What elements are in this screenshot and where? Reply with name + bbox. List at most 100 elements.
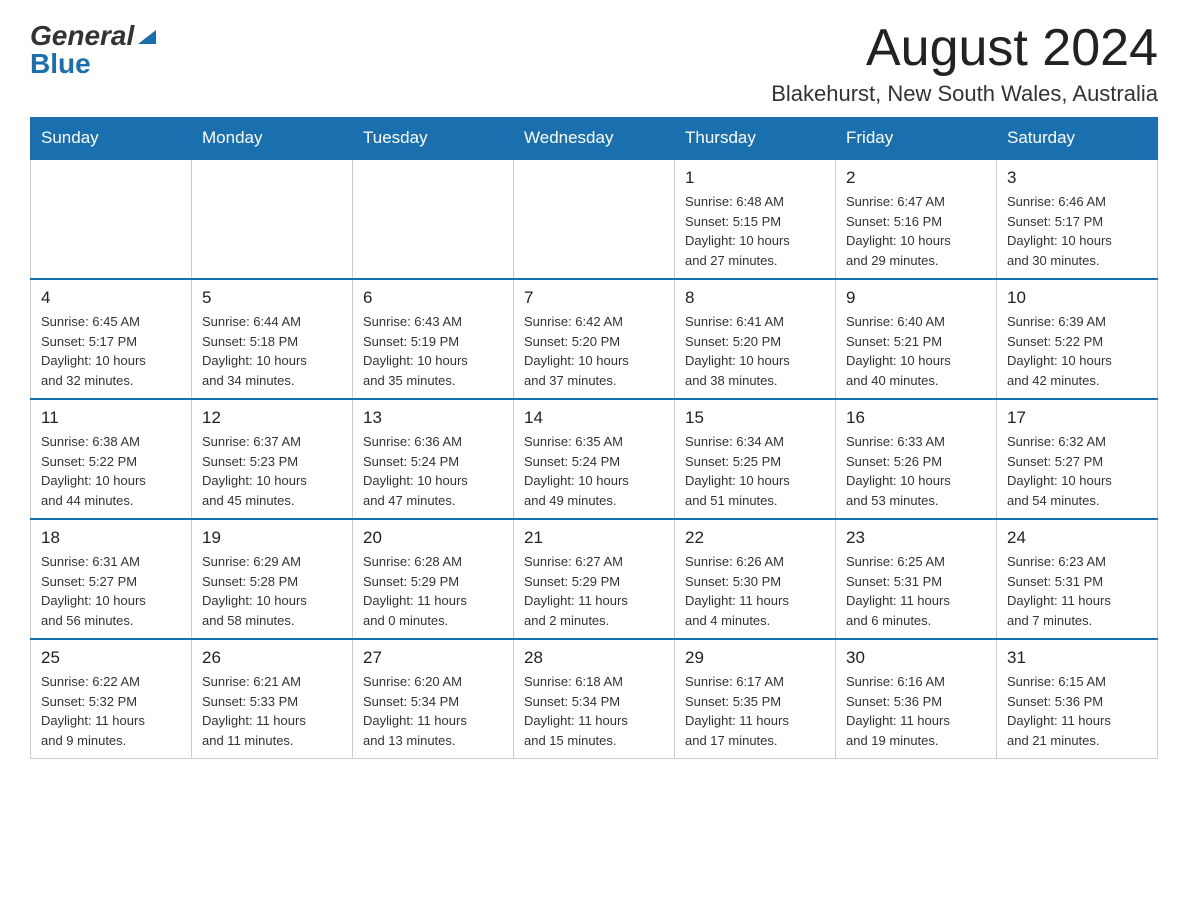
calendar-week-row: 1Sunrise: 6:48 AMSunset: 5:15 PMDaylight… xyxy=(31,159,1158,279)
day-number: 18 xyxy=(41,528,181,548)
calendar-day-cell: 11 Sunrise: 6:38 AMSunset: 5:22 PMDayligh… xyxy=(31,399,192,519)
calendar-day-cell: 26 Sunrise: 6:21 AMSunset: 5:33 PMDayligh… xyxy=(192,639,353,759)
day-info: Sunrise: 6:37 AMSunset: 5:23 PMDaylight:… xyxy=(202,432,342,510)
day-info: Sunrise: 6:18 AMSunset: 5:34 PMDaylight:… xyxy=(524,672,664,750)
day-number: 6 xyxy=(363,288,503,308)
day-number: 5 xyxy=(202,288,342,308)
calendar-day-cell: 1Sunrise: 6:48 AMSunset: 5:15 PMDaylight… xyxy=(675,159,836,279)
calendar-day-cell: 4Sunrise: 6:45 AMSunset: 5:17 PMDaylight… xyxy=(31,279,192,399)
calendar-day-cell: 6 Sunrise: 6:43 AMSunset: 5:19 PMDaylight… xyxy=(353,279,514,399)
weekday-header-monday: Monday xyxy=(192,118,353,160)
calendar-week-row: 18 Sunrise: 6:31 AMSunset: 5:27 PMDayligh… xyxy=(31,519,1158,639)
calendar-day-cell: 9 Sunrise: 6:40 AMSunset: 5:21 PMDaylight… xyxy=(836,279,997,399)
day-number: 28 xyxy=(524,648,664,668)
weekday-header-friday: Friday xyxy=(836,118,997,160)
day-number: 26 xyxy=(202,648,342,668)
day-number: 17 xyxy=(1007,408,1147,428)
day-info: Sunrise: 6:23 AMSunset: 5:31 PMDaylight:… xyxy=(1007,552,1147,630)
calendar-day-cell: 22 Sunrise: 6:26 AMSunset: 5:30 PMDayligh… xyxy=(675,519,836,639)
day-info: Sunrise: 6:22 AMSunset: 5:32 PMDaylight:… xyxy=(41,672,181,750)
day-number: 3 xyxy=(1007,168,1147,188)
weekday-header-saturday: Saturday xyxy=(997,118,1158,160)
calendar-day-cell: 21 Sunrise: 6:27 AMSunset: 5:29 PMDayligh… xyxy=(514,519,675,639)
calendar-week-row: 11 Sunrise: 6:38 AMSunset: 5:22 PMDayligh… xyxy=(31,399,1158,519)
day-info: Sunrise: 6:38 AMSunset: 5:22 PMDaylight:… xyxy=(41,432,181,510)
calendar-day-cell: 30 Sunrise: 6:16 AMSunset: 5:36 PMDayligh… xyxy=(836,639,997,759)
day-number: 16 xyxy=(846,408,986,428)
location-subtitle: Blakehurst, New South Wales, Australia xyxy=(771,81,1158,107)
logo-blue-text: Blue xyxy=(30,48,91,80)
calendar-day-cell: 10 Sunrise: 6:39 AMSunset: 5:22 PMDayligh… xyxy=(997,279,1158,399)
calendar-day-cell: 25Sunrise: 6:22 AMSunset: 5:32 PMDayligh… xyxy=(31,639,192,759)
logo: General Blue xyxy=(30,20,158,80)
calendar-day-cell xyxy=(514,159,675,279)
day-info: Sunrise: 6:44 AMSunset: 5:18 PMDaylight:… xyxy=(202,312,342,390)
day-number: 21 xyxy=(524,528,664,548)
day-number: 29 xyxy=(685,648,825,668)
calendar-day-cell: 8 Sunrise: 6:41 AMSunset: 5:20 PMDaylight… xyxy=(675,279,836,399)
day-info: Sunrise: 6:41 AMSunset: 5:20 PMDaylight:… xyxy=(685,312,825,390)
day-number: 23 xyxy=(846,528,986,548)
day-info: Sunrise: 6:27 AMSunset: 5:29 PMDaylight:… xyxy=(524,552,664,630)
calendar-week-row: 4Sunrise: 6:45 AMSunset: 5:17 PMDaylight… xyxy=(31,279,1158,399)
day-info: Sunrise: 6:42 AMSunset: 5:20 PMDaylight:… xyxy=(524,312,664,390)
day-info: Sunrise: 6:34 AMSunset: 5:25 PMDaylight:… xyxy=(685,432,825,510)
day-info: Sunrise: 6:25 AMSunset: 5:31 PMDaylight:… xyxy=(846,552,986,630)
day-info: Sunrise: 6:46 AMSunset: 5:17 PMDaylight:… xyxy=(1007,192,1147,270)
weekday-header-wednesday: Wednesday xyxy=(514,118,675,160)
day-info: Sunrise: 6:33 AMSunset: 5:26 PMDaylight:… xyxy=(846,432,986,510)
calendar-week-row: 25Sunrise: 6:22 AMSunset: 5:32 PMDayligh… xyxy=(31,639,1158,759)
day-number: 4 xyxy=(41,288,181,308)
day-number: 30 xyxy=(846,648,986,668)
calendar-day-cell: 29 Sunrise: 6:17 AMSunset: 5:35 PMDayligh… xyxy=(675,639,836,759)
day-number: 10 xyxy=(1007,288,1147,308)
day-number: 24 xyxy=(1007,528,1147,548)
day-number: 22 xyxy=(685,528,825,548)
weekday-header-thursday: Thursday xyxy=(675,118,836,160)
day-info: Sunrise: 6:21 AMSunset: 5:33 PMDaylight:… xyxy=(202,672,342,750)
day-info: Sunrise: 6:29 AMSunset: 5:28 PMDaylight:… xyxy=(202,552,342,630)
day-info: Sunrise: 6:17 AMSunset: 5:35 PMDaylight:… xyxy=(685,672,825,750)
page-header: General Blue August 2024 Blakehurst, New… xyxy=(30,20,1158,107)
calendar-day-cell xyxy=(192,159,353,279)
weekday-header-sunday: Sunday xyxy=(31,118,192,160)
calendar-day-cell: 15 Sunrise: 6:34 AMSunset: 5:25 PMDayligh… xyxy=(675,399,836,519)
day-number: 11 xyxy=(41,408,181,428)
calendar-day-cell: 20 Sunrise: 6:28 AMSunset: 5:29 PMDayligh… xyxy=(353,519,514,639)
day-info: Sunrise: 6:48 AMSunset: 5:15 PMDaylight:… xyxy=(685,192,825,270)
day-number: 12 xyxy=(202,408,342,428)
day-info: Sunrise: 6:39 AMSunset: 5:22 PMDaylight:… xyxy=(1007,312,1147,390)
calendar-day-cell xyxy=(31,159,192,279)
day-info: Sunrise: 6:16 AMSunset: 5:36 PMDaylight:… xyxy=(846,672,986,750)
day-info: Sunrise: 6:36 AMSunset: 5:24 PMDaylight:… xyxy=(363,432,503,510)
day-number: 2 xyxy=(846,168,986,188)
day-info: Sunrise: 6:28 AMSunset: 5:29 PMDaylight:… xyxy=(363,552,503,630)
calendar-day-cell: 5 Sunrise: 6:44 AMSunset: 5:18 PMDaylight… xyxy=(192,279,353,399)
day-info: Sunrise: 6:35 AMSunset: 5:24 PMDaylight:… xyxy=(524,432,664,510)
day-number: 9 xyxy=(846,288,986,308)
calendar-day-cell: 13Sunrise: 6:36 AMSunset: 5:24 PMDayligh… xyxy=(353,399,514,519)
calendar-day-cell: 23 Sunrise: 6:25 AMSunset: 5:31 PMDayligh… xyxy=(836,519,997,639)
day-number: 20 xyxy=(363,528,503,548)
calendar-day-cell: 2 Sunrise: 6:47 AMSunset: 5:16 PMDaylight… xyxy=(836,159,997,279)
day-info: Sunrise: 6:43 AMSunset: 5:19 PMDaylight:… xyxy=(363,312,503,390)
calendar-day-cell xyxy=(353,159,514,279)
day-info: Sunrise: 6:32 AMSunset: 5:27 PMDaylight:… xyxy=(1007,432,1147,510)
day-info: Sunrise: 6:31 AMSunset: 5:27 PMDaylight:… xyxy=(41,552,181,630)
day-info: Sunrise: 6:26 AMSunset: 5:30 PMDaylight:… xyxy=(685,552,825,630)
day-number: 7 xyxy=(524,288,664,308)
logo-triangle-icon xyxy=(136,26,158,48)
day-number: 27 xyxy=(363,648,503,668)
day-info: Sunrise: 6:47 AMSunset: 5:16 PMDaylight:… xyxy=(846,192,986,270)
calendar-day-cell: 19Sunrise: 6:29 AMSunset: 5:28 PMDayligh… xyxy=(192,519,353,639)
calendar-day-cell: 18 Sunrise: 6:31 AMSunset: 5:27 PMDayligh… xyxy=(31,519,192,639)
day-number: 31 xyxy=(1007,648,1147,668)
month-title: August 2024 xyxy=(771,20,1158,77)
day-number: 15 xyxy=(685,408,825,428)
calendar-day-cell: 28 Sunrise: 6:18 AMSunset: 5:34 PMDayligh… xyxy=(514,639,675,759)
day-info: Sunrise: 6:40 AMSunset: 5:21 PMDaylight:… xyxy=(846,312,986,390)
calendar-day-cell: 14Sunrise: 6:35 AMSunset: 5:24 PMDayligh… xyxy=(514,399,675,519)
day-number: 8 xyxy=(685,288,825,308)
day-info: Sunrise: 6:20 AMSunset: 5:34 PMDaylight:… xyxy=(363,672,503,750)
calendar-day-cell: 31Sunrise: 6:15 AMSunset: 5:36 PMDayligh… xyxy=(997,639,1158,759)
